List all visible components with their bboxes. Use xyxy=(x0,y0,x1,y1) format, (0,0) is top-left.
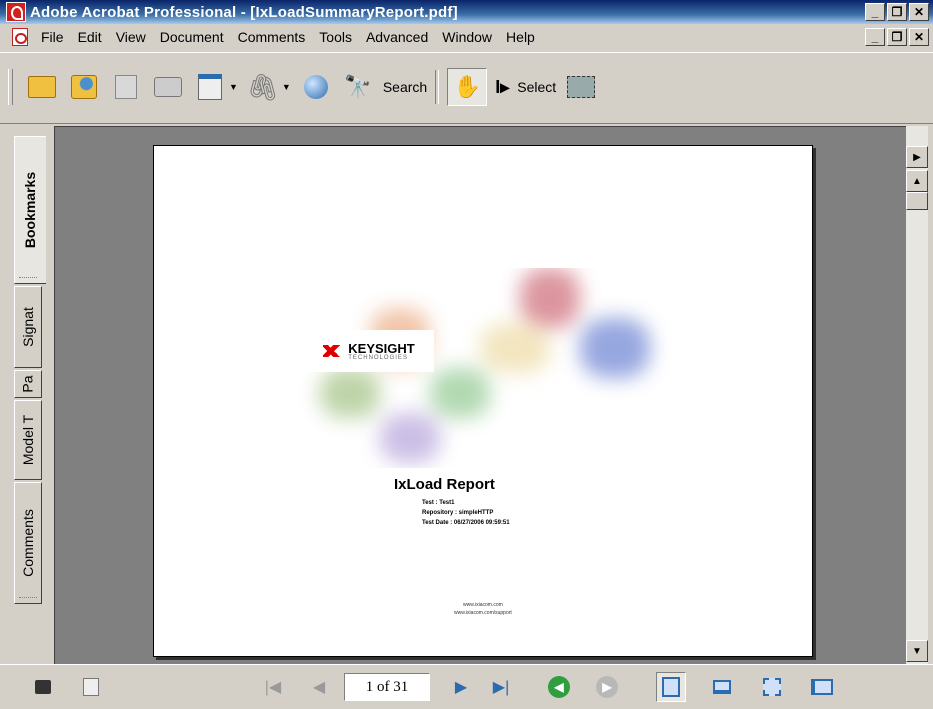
window-title: Adobe Acrobat Professional - [IxLoadSumm… xyxy=(30,3,458,21)
tab-bookmarks[interactable]: Bookmarks xyxy=(14,136,46,284)
tab-signatures[interactable]: Signat xyxy=(14,286,42,368)
menu-comments[interactable]: Comments xyxy=(231,29,313,45)
menu-file[interactable]: File xyxy=(34,29,71,45)
status-bar: |◀ ◀ 1 of 31 ▶ ▶| ◀ ▶ xyxy=(0,664,933,709)
document-view[interactable]: KEYSIGHT TECHNOLOGIES IxLoad Report Test… xyxy=(54,126,907,665)
acrobat-app-icon[interactable] xyxy=(6,2,26,22)
next-page-icon[interactable]: ▶ xyxy=(446,672,476,702)
page-icon[interactable] xyxy=(80,676,102,698)
vertical-scrollbar[interactable]: ▶ ▲ ▼ xyxy=(906,126,928,664)
create-pdf-dropdown-icon[interactable]: ▼ xyxy=(229,82,238,92)
window-controls: _ ❐ ✕ xyxy=(865,3,929,21)
toolbar-grip[interactable] xyxy=(8,69,13,105)
open-icon[interactable] xyxy=(25,70,59,104)
logo-brand: KEYSIGHT xyxy=(348,340,415,356)
menu-advanced[interactable]: Advanced xyxy=(359,29,435,45)
menu-edit[interactable]: Edit xyxy=(71,29,109,45)
create-pdf-icon[interactable] xyxy=(193,70,227,104)
collaborate-icon[interactable] xyxy=(67,70,101,104)
snapshot-icon[interactable] xyxy=(564,70,598,104)
menu-tools[interactable]: Tools xyxy=(312,29,359,45)
email-icon[interactable] xyxy=(299,70,333,104)
report-title: IxLoad Report xyxy=(394,476,495,493)
continuous-icon[interactable] xyxy=(708,673,736,701)
page-footer: www.ixiacom.com www.ixiacom.com/support xyxy=(454,601,512,617)
report-date: Test Date : 06/27/2006 09:59:51 xyxy=(422,520,510,526)
footer-support-url: www.ixiacom.com/support xyxy=(454,610,512,616)
toolbar: ▼ 🖇 ▼ 🔭 Search ✋ I▸ Select xyxy=(0,52,933,124)
last-page-icon[interactable]: ▶| xyxy=(486,672,516,702)
first-page-icon[interactable]: |◀ xyxy=(258,672,288,702)
search-button[interactable]: Search xyxy=(383,79,427,95)
doc-close-button[interactable]: ✕ xyxy=(909,28,929,46)
report-repository: Repository : simpleHTTP xyxy=(422,510,494,516)
close-button[interactable]: ✕ xyxy=(909,3,929,21)
doc-restore-button[interactable]: ❐ xyxy=(887,28,907,46)
search-icon[interactable]: 🔭 xyxy=(341,70,375,104)
keysight-logo: KEYSIGHT TECHNOLOGIES xyxy=(304,330,434,372)
minimize-button[interactable]: _ xyxy=(865,3,885,21)
attach-icon[interactable]: 🖇 xyxy=(246,70,280,104)
navigation-panel: Bookmarks Signat Pa Model T Comments xyxy=(0,124,54,664)
pdf-page[interactable]: KEYSIGHT TECHNOLOGIES IxLoad Report Test… xyxy=(153,145,813,657)
doc-minimize-button[interactable]: _ xyxy=(865,28,885,46)
scroll-down-button[interactable]: ▼ xyxy=(906,640,928,662)
print-icon[interactable] xyxy=(151,70,185,104)
select-button[interactable]: Select xyxy=(517,79,556,95)
tab-model-tree[interactable]: Model T xyxy=(14,400,42,480)
scroll-thumb[interactable] xyxy=(906,192,928,210)
select-tool-icon[interactable]: I▸ xyxy=(495,77,509,98)
page-number-field[interactable]: 1 of 31 xyxy=(344,673,430,701)
single-page-icon[interactable] xyxy=(656,672,686,702)
title-bar[interactable]: Adobe Acrobat Professional - [IxLoadSumm… xyxy=(0,0,933,24)
restore-button[interactable]: ❐ xyxy=(887,3,907,21)
menu-view[interactable]: View xyxy=(109,29,153,45)
tab-pages[interactable]: Pa xyxy=(14,370,42,398)
document-icon[interactable] xyxy=(12,28,28,46)
tray-icon[interactable] xyxy=(32,676,54,698)
go-forward-icon[interactable]: ▶ xyxy=(596,676,618,698)
menu-document[interactable]: Document xyxy=(153,29,231,45)
facing-icon[interactable] xyxy=(808,673,836,701)
logo-subtitle: TECHNOLOGIES xyxy=(348,354,408,361)
go-back-icon[interactable]: ◀ xyxy=(548,676,570,698)
menu-window[interactable]: Window xyxy=(435,29,499,45)
scroll-up-button[interactable]: ▲ xyxy=(906,170,928,192)
footer-url: www.ixiacom.com xyxy=(463,602,503,608)
menu-help[interactable]: Help xyxy=(499,29,542,45)
hand-tool-icon[interactable]: ✋ xyxy=(447,68,488,106)
document-window-controls: _ ❐ ✕ xyxy=(865,28,929,46)
expand-panel-icon[interactable]: ▶ xyxy=(906,146,928,168)
save-icon[interactable] xyxy=(109,70,143,104)
tab-comments[interactable]: Comments xyxy=(14,482,42,604)
attach-dropdown-icon[interactable]: ▼ xyxy=(282,82,291,92)
report-details: Test : Test1 Repository : simpleHTTP Tes… xyxy=(422,498,510,528)
menu-bar: File Edit View Document Comments Tools A… xyxy=(0,24,933,50)
report-test: Test : Test1 xyxy=(422,500,455,506)
toolbar-separator xyxy=(435,70,440,104)
previous-page-icon[interactable]: ◀ xyxy=(304,672,334,702)
continuous-facing-icon[interactable] xyxy=(758,673,786,701)
keysight-wave-icon xyxy=(323,343,346,359)
